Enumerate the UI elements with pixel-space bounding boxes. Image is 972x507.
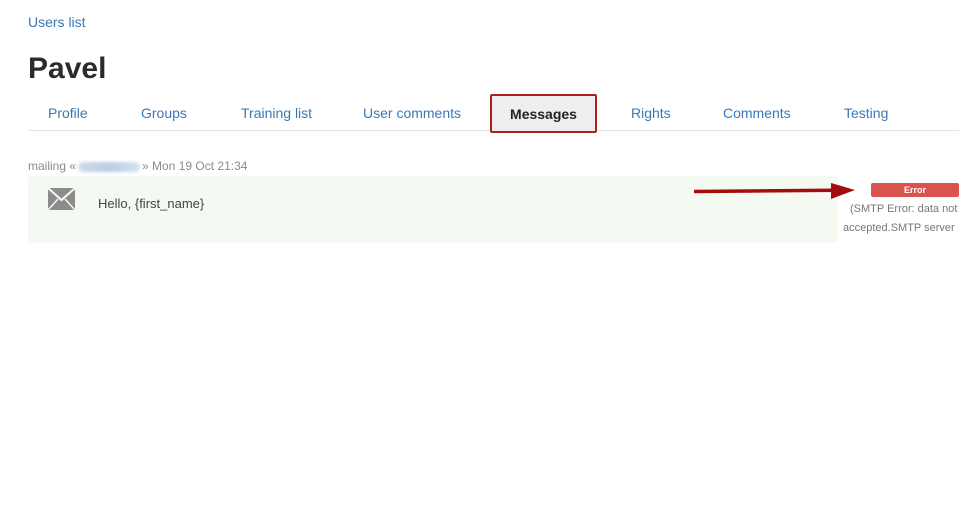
redacted-mailing-name (78, 161, 141, 172)
tab-profile[interactable]: Profile (48, 94, 88, 130)
tab-testing[interactable]: Testing (844, 94, 888, 130)
annotation-arrow-icon (694, 183, 855, 199)
tab-rights[interactable]: Rights (631, 94, 671, 130)
message-meta: mailing « » Mon 19 Oct 21:34 (28, 159, 247, 173)
breadcrumb-users-list[interactable]: Users list (28, 14, 86, 30)
envelope-icon (48, 188, 75, 210)
tab-user-comments[interactable]: User comments (363, 94, 461, 130)
tab-messages[interactable]: Messages (490, 94, 597, 133)
tab-comments[interactable]: Comments (723, 94, 791, 130)
status-badge-error: Error (871, 183, 959, 197)
tab-training-list[interactable]: Training list (241, 94, 312, 130)
tab-bar: Profile Groups Training list User commen… (28, 94, 959, 133)
tab-groups[interactable]: Groups (141, 94, 187, 130)
message-meta-prefix: mailing « (28, 159, 77, 173)
message-text: Hello, {first_name} (98, 196, 205, 211)
message-meta-date: » Mon 19 Oct 21:34 (142, 159, 248, 173)
status-detail-line-1: (SMTP Error: data not (850, 203, 958, 215)
status-detail-line-2: accepted.SMTP server (843, 222, 955, 234)
page-title: Pavel (28, 52, 107, 85)
